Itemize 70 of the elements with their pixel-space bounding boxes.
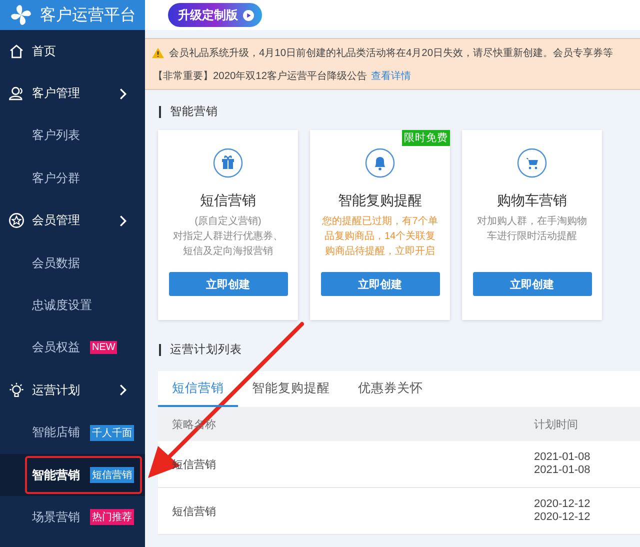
- sidebar-item-label: 客户分群: [32, 170, 80, 187]
- column-header: 计划时间: [534, 418, 578, 432]
- sidebar-item-label: 会员数据: [32, 254, 80, 272]
- section-title: 智能营销: [159, 106, 640, 118]
- card-description: 您的提醒已过期，有7个单: [322, 214, 438, 229]
- table-cell: 2021-01-08: [534, 464, 590, 477]
- sidebar-item-label: 运营计划: [32, 382, 80, 399]
- sidebar-badge: 短信营销: [90, 467, 134, 484]
- star-circle-icon: [8, 212, 25, 230]
- sidebar-item[interactable]: 运营计划: [0, 369, 145, 412]
- table-cell: 2020-12-12: [534, 498, 590, 511]
- gift-icon: [213, 148, 243, 178]
- notice-text: 会员礼品系统升级，4月10日前创建的礼品类活动将在4月20日失效，请尽快重新创建。会员专享券等: [169, 46, 613, 60]
- card-title: 智能复购提醒: [338, 192, 422, 210]
- table-cell: 2021-01-08: [534, 451, 590, 464]
- play-icon: [243, 10, 254, 20]
- card-description: 品复购商品，14个关联复: [324, 230, 436, 244]
- sidebar-badge: 热门推荐: [90, 509, 134, 526]
- sidebar-badge: NEW: [90, 341, 118, 354]
- upgrade-button[interactable]: 升级定制版: [168, 3, 262, 27]
- warning-icon: [151, 46, 165, 58]
- sidebar-item-label: 客户管理: [32, 85, 80, 102]
- sidebar-item-label: 场景营销: [32, 508, 80, 526]
- tab[interactable]: 优惠券关怀: [344, 371, 437, 407]
- sidebar-item-label: 首页: [32, 42, 56, 60]
- sidebar-item-label: 忠诚度设置: [32, 297, 92, 314]
- card-description: 购商品待提醒，立即开启: [325, 244, 435, 259]
- cart-icon: [517, 148, 547, 178]
- sidebar-item[interactable]: 客户管理: [0, 72, 145, 115]
- table-cell-text: 短信营销: [171, 504, 217, 518]
- section-title: 运营计划列表: [159, 344, 640, 356]
- card-description: (原自定义营销): [194, 214, 262, 229]
- sidebar-item-label: 会员权益: [32, 339, 80, 356]
- card-description: 对加购人群，在手淘购物: [477, 214, 587, 229]
- card-description: 短信及定向海报营销: [183, 244, 273, 259]
- sidebar-subitem[interactable]: 客户分群: [0, 157, 145, 200]
- sidebar-subitem[interactable]: 会员数据: [0, 242, 145, 284]
- user-icon: [8, 85, 25, 102]
- sidebar-item[interactable]: 会员管理: [0, 200, 145, 242]
- sidebar-subitem[interactable]: 会员权益 NEW: [0, 326, 145, 370]
- tab[interactable]: 智能复购提醒: [238, 371, 344, 407]
- sidebar-subitem[interactable]: 忠诚度设置: [0, 284, 145, 327]
- sidebar-item[interactable]: 首页: [0, 30, 145, 72]
- card-title: 购物车营销: [497, 192, 567, 210]
- create-button[interactable]: 立即创建: [168, 272, 288, 296]
- chevron-right-icon: [119, 384, 127, 396]
- pinwheel-logo-icon: [8, 2, 34, 28]
- sidebar-subitem[interactable]: 智能营销 短信营销: [0, 454, 145, 496]
- card-title: 短信营销: [200, 192, 256, 210]
- create-button[interactable]: 立即创建: [320, 272, 440, 296]
- sidebar-subitem[interactable]: 客户列表: [0, 114, 145, 158]
- notice-text: 【非常重要】2020年双12客户运营平台降级公告: [153, 70, 367, 82]
- chevron-right-icon: [119, 214, 127, 227]
- free-badge: 限时免费: [402, 130, 450, 146]
- sidebar-badge: 千人千面: [90, 424, 134, 441]
- home-icon: [8, 42, 25, 60]
- bell-icon: [365, 148, 395, 178]
- table-cell: 2020-12-12: [534, 511, 590, 524]
- sidebar-item-label: 智能店铺: [32, 424, 80, 442]
- sidebar-item-label: 客户列表: [32, 127, 80, 144]
- card-description: 对指定人群进行优惠券、: [173, 230, 283, 244]
- sidebar-item-label: 智能营销: [32, 466, 80, 484]
- brand-title: 客户运营平台: [40, 6, 136, 26]
- chevron-right-icon: [119, 88, 127, 100]
- create-button[interactable]: 立即创建: [472, 272, 592, 296]
- lightbulb-icon: [8, 382, 25, 399]
- sidebar-subitem[interactable]: 智能店铺 千人千面: [0, 412, 145, 454]
- sidebar-item-label: 会员管理: [32, 212, 80, 230]
- card-description: 车进行限时活动提醒: [487, 230, 577, 244]
- sidebar-subitem[interactable]: 场景营销 热门推荐: [0, 496, 145, 539]
